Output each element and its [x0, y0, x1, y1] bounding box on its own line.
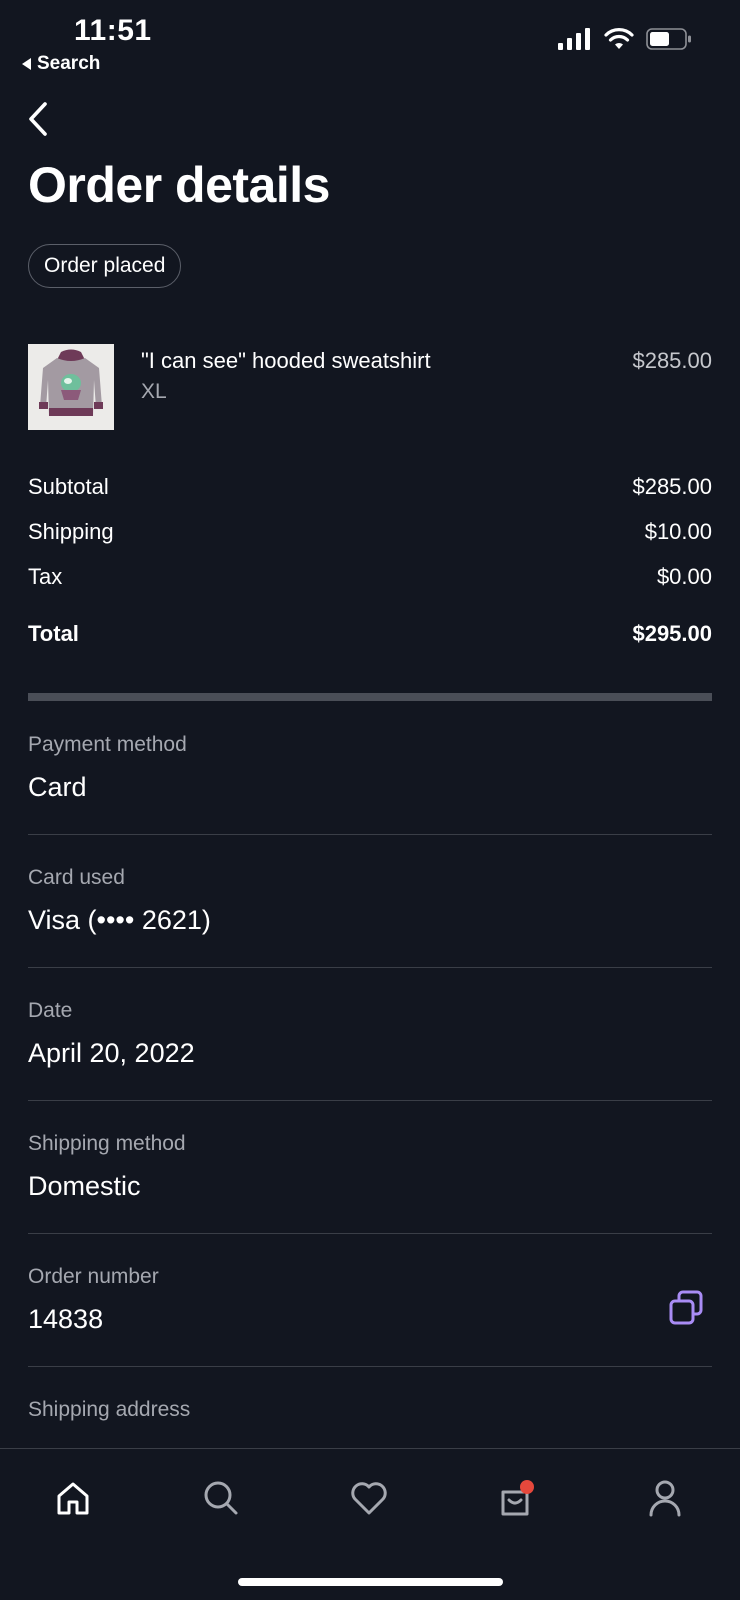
detail-value: 14838 — [28, 1304, 104, 1334]
heart-icon — [351, 1482, 387, 1515]
tax-value: $0.00 — [656, 564, 712, 589]
detail-label: Date — [28, 999, 73, 1022]
signal-icon — [558, 28, 590, 50]
tax-row: Tax $0.00 — [28, 564, 712, 609]
back-to-app-link[interactable]: Search — [22, 53, 100, 75]
order-details-list: Payment method Card Card used Visa (••••… — [28, 702, 712, 1437]
tab-home[interactable] — [48, 1473, 98, 1523]
detail-label: Shipping address — [28, 1398, 191, 1421]
subtotal-row: Subtotal $285.00 — [28, 474, 712, 519]
shipping-method-row: Shipping method Domestic — [28, 1101, 712, 1234]
shipping-row: Shipping $10.00 — [28, 519, 712, 564]
product-thumbnail — [28, 344, 114, 430]
battery-icon — [646, 28, 691, 50]
card-used-row: Card used Visa (•••• 2621) — [28, 835, 712, 968]
detail-value: Card — [28, 772, 87, 802]
home-icon — [57, 1482, 89, 1515]
order-summary: Subtotal $285.00 Shipping $10.00 Tax $0.… — [28, 474, 712, 666]
back-button[interactable] — [18, 98, 58, 140]
subtotal-label: Subtotal — [28, 474, 109, 499]
wifi-icon — [604, 28, 634, 49]
detail-value: April 20, 2022 — [28, 1038, 195, 1068]
section-divider — [28, 693, 712, 701]
total-value: $295.00 — [632, 621, 712, 646]
subtotal-value: $285.00 — [632, 474, 712, 499]
shipping-value: $10.00 — [644, 519, 712, 544]
search-icon — [204, 1481, 238, 1515]
detail-label: Payment method — [28, 733, 187, 756]
profile-icon — [649, 1480, 681, 1517]
detail-label: Order number — [28, 1265, 159, 1288]
detail-label: Card used — [28, 866, 125, 889]
total-label: Total — [28, 621, 79, 646]
shipping-label: Shipping — [28, 519, 114, 544]
chevron-left-icon — [29, 102, 47, 136]
shipping-address-row: Shipping address — [28, 1367, 712, 1437]
total-row: Total $295.00 — [28, 621, 712, 666]
tab-cart[interactable] — [492, 1473, 542, 1523]
order-status-pill: Order placed — [28, 244, 182, 288]
product-item[interactable]: "I can see" hooded sweatshirt XL $285.00 — [28, 344, 712, 432]
hoodie-image — [28, 344, 114, 430]
detail-value: Domestic — [28, 1171, 141, 1201]
page-title: Order details — [28, 157, 330, 213]
back-triangle-icon — [22, 58, 31, 70]
tax-label: Tax — [28, 564, 63, 589]
copy-icon — [669, 1290, 703, 1325]
tab-profile[interactable] — [640, 1473, 690, 1523]
status-time: 11:51 — [74, 14, 152, 47]
product-price: $285.00 — [632, 348, 712, 373]
status-bar: 11:51 Search — [0, 0, 740, 80]
bag-icon — [501, 1480, 534, 1516]
payment-method-row: Payment method Card — [28, 702, 712, 835]
date-row: Date April 20, 2022 — [28, 968, 712, 1101]
product-name: "I can see" hooded sweatshirt — [141, 348, 431, 373]
copy-order-number-button[interactable] — [666, 1288, 706, 1328]
tab-search[interactable] — [196, 1473, 246, 1523]
tab-favorites[interactable] — [344, 1473, 394, 1523]
order-number-row: Order number 14838 — [28, 1234, 712, 1367]
detail-value: Visa (•••• 2621) — [28, 905, 211, 935]
detail-label: Shipping method — [28, 1132, 186, 1155]
back-app-label: Search — [37, 53, 101, 74]
status-icons — [558, 28, 692, 50]
home-indicator — [238, 1578, 503, 1586]
product-size: XL — [141, 380, 167, 403]
cart-badge — [520, 1480, 534, 1494]
